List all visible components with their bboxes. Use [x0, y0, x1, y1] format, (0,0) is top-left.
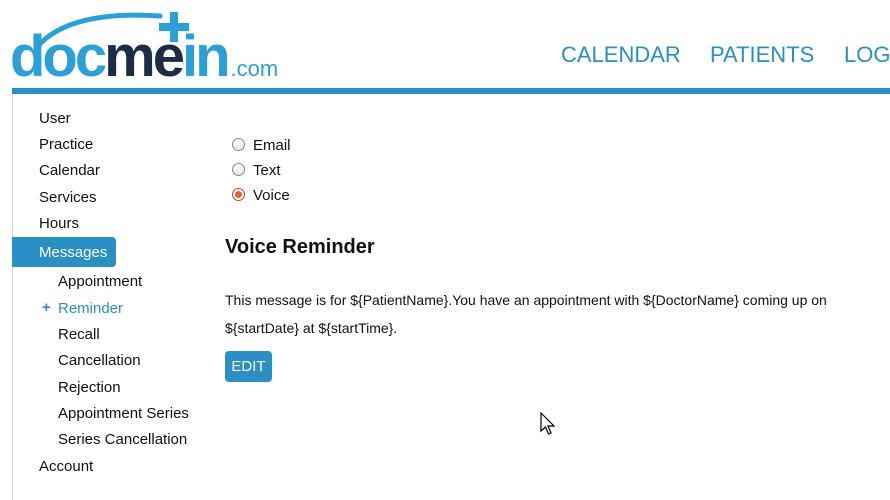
- nav-patients[interactable]: PATIENTS: [710, 42, 814, 68]
- nav-calendar[interactable]: CALENDAR: [561, 42, 681, 68]
- sidebar-item-reminder[interactable]: Reminder: [58, 300, 123, 317]
- sidebar-item-label: Messages: [39, 244, 108, 261]
- sidebar-item-series-cancellation[interactable]: Series Cancellation: [58, 431, 187, 448]
- sidebar-item-cancellation[interactable]: Cancellation: [58, 352, 141, 369]
- header: docmein .com CALENDAR PATIENTS LOG: [0, 0, 890, 88]
- mouse-pointer-icon: [540, 412, 556, 435]
- radio-text[interactable]: [232, 163, 245, 176]
- sidebar-item-hours[interactable]: Hours: [39, 215, 79, 232]
- sidebar-item-messages[interactable]: Messages: [12, 237, 116, 267]
- radio-label-text: Text: [253, 162, 281, 179]
- current-item-marker: +: [42, 299, 51, 316]
- sidebar-item-account[interactable]: Account: [39, 458, 93, 475]
- sidebar-item-services[interactable]: Services: [39, 189, 97, 206]
- top-nav: CALENDAR PATIENTS LOG: [0, 42, 890, 72]
- radio-label-email: Email: [253, 137, 291, 154]
- sidebar-item-recall[interactable]: Recall: [58, 326, 100, 343]
- message-template-text: This message is for ${PatientName}.You h…: [225, 292, 827, 336]
- radio-email[interactable]: [232, 138, 245, 151]
- sidebar-item-appointment-series[interactable]: Appointment Series: [58, 405, 189, 422]
- radio-label-voice: Voice: [253, 187, 290, 204]
- content-border: [12, 94, 13, 500]
- sidebar-item-user[interactable]: User: [39, 110, 71, 127]
- sidebar-item-appointment[interactable]: Appointment: [58, 273, 142, 290]
- nav-logout[interactable]: LOG: [844, 42, 890, 68]
- edit-button[interactable]: EDIT: [225, 351, 272, 382]
- radio-voice[interactable]: [232, 188, 245, 201]
- sidebar-item-rejection[interactable]: Rejection: [58, 379, 121, 396]
- sidebar-item-calendar[interactable]: Calendar: [39, 162, 100, 179]
- sidebar-item-practice[interactable]: Practice: [39, 136, 93, 153]
- section-title: Voice Reminder: [225, 236, 375, 258]
- header-divider: [12, 88, 890, 94]
